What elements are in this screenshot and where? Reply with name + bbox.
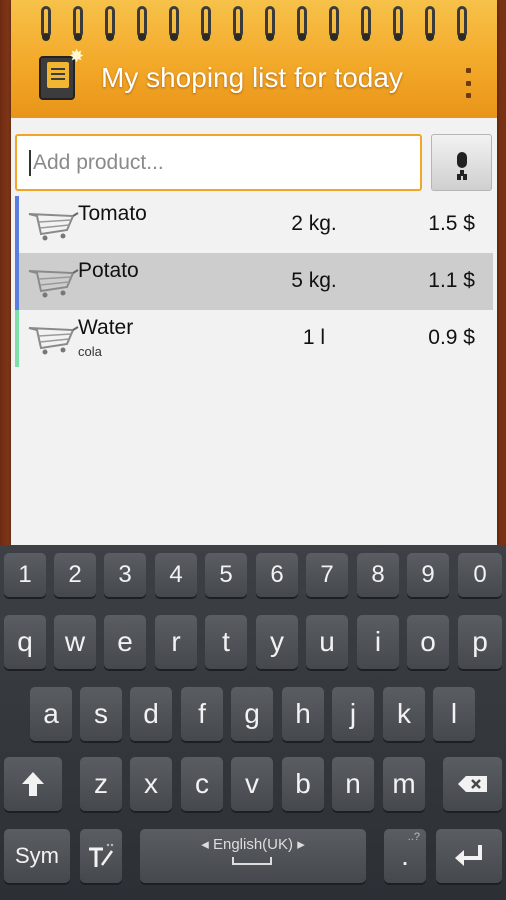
key-q[interactable]: q bbox=[4, 615, 46, 669]
key-6[interactable]: 6 bbox=[256, 553, 298, 597]
binder-ring-icon bbox=[233, 6, 243, 41]
binder-ring-icon bbox=[41, 6, 51, 41]
binder-ring-icon bbox=[137, 6, 147, 41]
product-quantity: 1 l bbox=[302, 326, 326, 349]
enter-key[interactable] bbox=[436, 829, 502, 883]
app-header: ✸ My shoping list for today bbox=[11, 0, 497, 122]
language-right-arrow-icon: ▸ bbox=[297, 836, 305, 853]
product-note: cola bbox=[78, 344, 102, 359]
binder-ring-icon bbox=[361, 6, 371, 41]
binder-ring-icon bbox=[393, 6, 403, 41]
product-price: 1.5 $ bbox=[428, 212, 475, 235]
binder-ring-icon bbox=[425, 6, 435, 41]
shift-arrow-icon bbox=[22, 772, 44, 796]
shift-key[interactable] bbox=[4, 757, 62, 811]
key-5[interactable]: 5 bbox=[205, 553, 247, 597]
key-l[interactable]: l bbox=[433, 687, 475, 741]
sym-key[interactable]: Sym bbox=[4, 829, 70, 883]
space-key[interactable]: ◂ English(UK) ▸ bbox=[140, 829, 366, 883]
backspace-icon bbox=[457, 776, 487, 792]
binder-ring-icon bbox=[169, 6, 179, 41]
key-d[interactable]: d bbox=[130, 687, 172, 741]
text-input-mode-key[interactable] bbox=[80, 829, 122, 883]
enter-icon bbox=[455, 845, 482, 866]
key-f[interactable]: f bbox=[181, 687, 223, 741]
shopping-cart-icon bbox=[28, 326, 79, 355]
key-2[interactable]: 2 bbox=[54, 553, 96, 597]
key-p[interactable]: p bbox=[458, 615, 502, 669]
language-left-arrow-icon: ◂ bbox=[201, 836, 209, 853]
key-1[interactable]: 1 bbox=[4, 553, 46, 597]
period-key[interactable]: ..? . bbox=[384, 829, 426, 883]
soft-keyboard: 1 2 3 4 5 6 7 8 9 0 q w e r t y u i o p … bbox=[0, 545, 506, 900]
add-product-placeholder: Add product... bbox=[33, 150, 164, 174]
handwriting-icon bbox=[89, 843, 114, 867]
overflow-menu-icon[interactable] bbox=[463, 68, 473, 98]
binder-ring-icon bbox=[201, 6, 211, 41]
key-b[interactable]: b bbox=[282, 757, 324, 811]
product-quantity: 2 kg. bbox=[291, 212, 337, 235]
list-item[interactable]: Tomato 2 kg. 1.5 $ bbox=[15, 196, 493, 253]
key-j[interactable]: j bbox=[332, 687, 374, 741]
key-x[interactable]: x bbox=[130, 757, 172, 811]
product-price: 0.9 $ bbox=[428, 326, 475, 349]
key-k[interactable]: k bbox=[383, 687, 425, 741]
key-8[interactable]: 8 bbox=[357, 553, 399, 597]
list-item[interactable]: Water cola 1 l 0.9 $ bbox=[15, 310, 493, 367]
add-product-input[interactable]: Add product... bbox=[15, 134, 422, 191]
product-quantity: 5 kg. bbox=[291, 269, 337, 292]
key-a[interactable]: a bbox=[30, 687, 72, 741]
language-name: English(UK) bbox=[212, 836, 294, 853]
binder-ring-icon bbox=[73, 6, 83, 41]
binder-ring-icon bbox=[105, 6, 115, 41]
key-n[interactable]: n bbox=[332, 757, 374, 811]
key-h[interactable]: h bbox=[282, 687, 324, 741]
shopping-cart-icon bbox=[28, 269, 79, 298]
binder-ring-icon bbox=[297, 6, 307, 41]
key-4[interactable]: 4 bbox=[155, 553, 197, 597]
key-r[interactable]: r bbox=[155, 615, 197, 669]
key-g[interactable]: g bbox=[231, 687, 273, 741]
product-name: Potato bbox=[78, 259, 139, 282]
key-s[interactable]: s bbox=[80, 687, 122, 741]
binder-ring-icon bbox=[329, 6, 339, 41]
key-t[interactable]: t bbox=[205, 615, 247, 669]
key-7[interactable]: 7 bbox=[306, 553, 348, 597]
space-icon bbox=[232, 857, 272, 865]
key-z[interactable]: z bbox=[80, 757, 122, 811]
binder-ring-icon bbox=[265, 6, 275, 41]
product-name: Tomato bbox=[78, 202, 147, 225]
key-m[interactable]: m bbox=[383, 757, 425, 811]
shopping-cart-icon bbox=[28, 212, 79, 241]
product-name: Water bbox=[78, 316, 134, 339]
key-3[interactable]: 3 bbox=[104, 553, 146, 597]
microphone-icon bbox=[455, 151, 469, 176]
product-list: Tomato 2 kg. 1.5 $ Potato 5 kg. 1.1 $ Wa… bbox=[15, 196, 493, 367]
voice-input-button[interactable] bbox=[431, 134, 492, 191]
key-u[interactable]: u bbox=[306, 615, 348, 669]
sparkle-icon: ✸ bbox=[69, 46, 85, 66]
key-w[interactable]: w bbox=[54, 615, 96, 669]
period-key-label: . bbox=[401, 840, 409, 871]
product-price: 1.1 $ bbox=[428, 269, 475, 292]
key-9[interactable]: 9 bbox=[407, 553, 449, 597]
key-0[interactable]: 0 bbox=[458, 553, 502, 597]
keyboard-language-label: ◂ English(UK) ▸ bbox=[140, 835, 366, 853]
key-y[interactable]: y bbox=[256, 615, 298, 669]
page-title: My shoping list for today bbox=[101, 62, 403, 93]
notebook-page: ✸ My shoping list for today Add product.… bbox=[11, 0, 497, 545]
key-c[interactable]: c bbox=[181, 757, 223, 811]
key-e[interactable]: e bbox=[104, 615, 146, 669]
key-o[interactable]: o bbox=[407, 615, 449, 669]
backspace-key[interactable] bbox=[443, 757, 502, 811]
list-item[interactable]: Potato 5 kg. 1.1 $ bbox=[15, 253, 493, 310]
binder-ring-icon bbox=[457, 6, 467, 41]
key-i[interactable]: i bbox=[357, 615, 399, 669]
period-key-hint: ..? bbox=[407, 831, 420, 843]
key-v[interactable]: v bbox=[231, 757, 273, 811]
